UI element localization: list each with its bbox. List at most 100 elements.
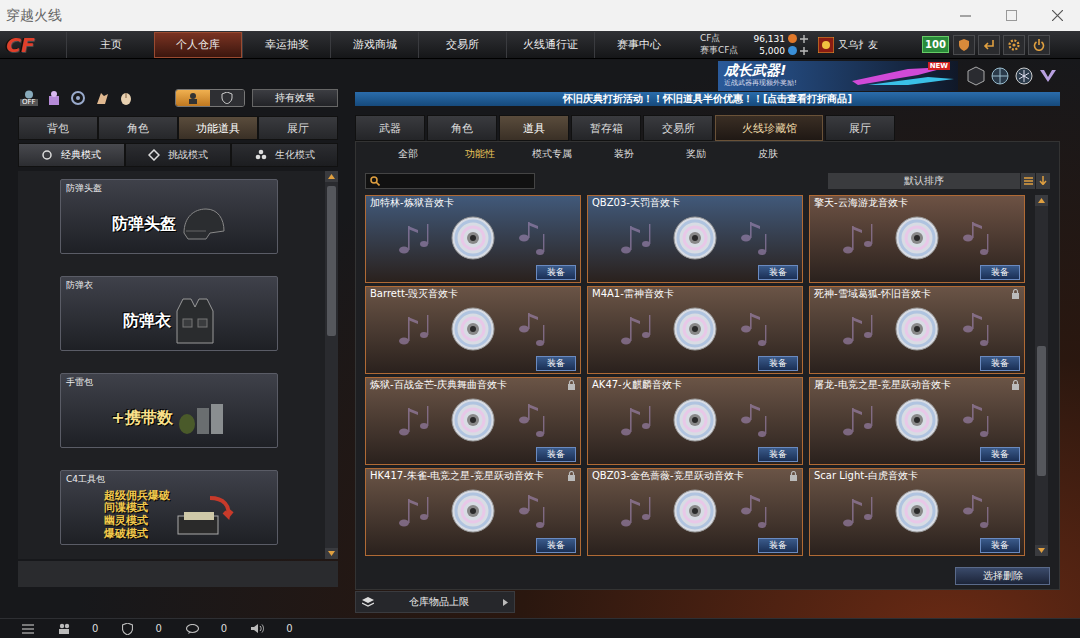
capacity-bar[interactable]: 仓库物品上限: [355, 591, 515, 613]
equip-button[interactable]: 装备: [980, 265, 1020, 280]
sort-order-button[interactable]: [1036, 173, 1050, 189]
equipment-card[interactable]: 手雷包+携带数: [60, 373, 278, 448]
player-info[interactable]: 又乌扌友: [818, 37, 878, 53]
status-item[interactable]: 0: [251, 623, 292, 634]
badge-hexagon-icon[interactable]: [966, 66, 986, 86]
equipment-card[interactable]: 防弹衣防弹衣: [60, 276, 278, 351]
minimize-button[interactable]: [942, 0, 988, 31]
category-tab[interactable]: 模式专属: [516, 147, 588, 161]
left-scrollbar[interactable]: [325, 171, 338, 559]
inventory-tab[interactable]: 暂存箱: [571, 115, 641, 141]
item-card[interactable]: Barrett-毁灭音效卡装备: [365, 286, 581, 374]
item-card[interactable]: QBZ03-金色蔷薇-竞星跃动音效卡装备: [587, 468, 803, 556]
item-card[interactable]: QBZ03-天罚音效卡装备: [587, 195, 803, 283]
shield-button[interactable]: [953, 35, 975, 55]
category-tab[interactable]: 奖励: [660, 147, 732, 161]
sort-dropdown[interactable]: 默认排序: [828, 173, 1020, 189]
status-item[interactable]: 0: [122, 623, 161, 635]
equip-button[interactable]: 装备: [980, 538, 1020, 553]
view-toggle-option[interactable]: [210, 90, 244, 106]
inventory-tab[interactable]: 火线珍藏馆: [715, 115, 823, 141]
nav-tab[interactable]: 个人仓库: [154, 32, 242, 58]
inventory-tab[interactable]: 道具: [499, 115, 569, 141]
settings-button[interactable]: [1003, 35, 1025, 55]
view-toggle-option[interactable]: [176, 90, 210, 106]
refresh-icon[interactable]: [70, 90, 86, 106]
scroll-up-button[interactable]: [1035, 195, 1048, 206]
inventory-tab[interactable]: 武器: [355, 115, 425, 141]
scroll-down-button[interactable]: [1035, 545, 1048, 556]
category-tab[interactable]: 装扮: [588, 147, 660, 161]
nav-tab[interactable]: 游戏商城: [330, 32, 418, 58]
grid-scrollbar[interactable]: [1035, 195, 1048, 556]
equip-button[interactable]: 装备: [536, 447, 576, 462]
close-button[interactable]: [1034, 0, 1080, 31]
equip-button[interactable]: 装备: [758, 447, 798, 462]
item-card[interactable]: AK47-火麒麟音效卡装备: [587, 377, 803, 465]
category-tab[interactable]: 全部: [372, 147, 444, 161]
mode-tab[interactable]: 挑战模式: [125, 143, 232, 167]
menu-icon[interactable]: [22, 624, 34, 634]
cf-logo[interactable]: CF: [6, 33, 62, 57]
item-card[interactable]: M4A1-雷神音效卡装备: [587, 286, 803, 374]
wings-icon[interactable]: [1038, 66, 1058, 86]
item-card[interactable]: 擎天-云海游龙音效卡装备: [809, 195, 1025, 283]
nav-tab[interactable]: 幸运抽奖: [242, 32, 330, 58]
scroll-thumb[interactable]: [327, 186, 336, 336]
left-tab[interactable]: 展厅: [258, 116, 338, 140]
equipment-card[interactable]: C4工具包超级佣兵爆破间谍模式幽灵模式爆破模式: [60, 470, 278, 545]
nav-tab[interactable]: 火线通行证: [506, 32, 594, 58]
inventory-tab[interactable]: 交易所: [643, 115, 713, 141]
item-card[interactable]: HK417-朱雀-电竞之星-竞星跃动音效卡装备: [365, 468, 581, 556]
search-field[interactable]: [365, 173, 535, 189]
scroll-down-button[interactable]: [325, 548, 338, 559]
equip-button[interactable]: 装备: [980, 356, 1020, 371]
nav-tab[interactable]: 主页: [66, 32, 154, 58]
notice-bar[interactable]: 怀旧庆典打折活动！！怀旧道具半价优惠！！[点击查看打折商品]: [355, 92, 1060, 106]
mouse-icon[interactable]: [118, 90, 134, 106]
add-icon[interactable]: [800, 47, 808, 55]
inventory-tab[interactable]: 角色: [427, 115, 497, 141]
select-delete-button[interactable]: 选择删除: [955, 567, 1050, 585]
sound-disc-icon: [894, 215, 940, 261]
mode-tab[interactable]: 经典模式: [18, 143, 125, 167]
scroll-thumb[interactable]: [1037, 346, 1046, 476]
equip-button[interactable]: 装备: [536, 538, 576, 553]
effect-button[interactable]: 持有效果: [252, 89, 338, 107]
equip-button[interactable]: 装备: [758, 265, 798, 280]
left-tab[interactable]: 功能道具: [178, 116, 258, 140]
status-item[interactable]: 0: [58, 623, 98, 634]
mode-tab[interactable]: 生化模式: [231, 143, 338, 167]
maximize-button[interactable]: [988, 0, 1034, 31]
add-icon[interactable]: [800, 35, 808, 43]
left-tab[interactable]: 背包: [18, 116, 98, 140]
return-button[interactable]: [978, 35, 1000, 55]
item-card[interactable]: Scar Light-白虎音效卡装备: [809, 468, 1025, 556]
equipment-card[interactable]: 防弹头盔防弹头盔: [60, 179, 278, 254]
nav-tab[interactable]: 赛事中心: [594, 32, 682, 58]
hand-icon[interactable]: [94, 90, 110, 106]
equip-button[interactable]: 装备: [758, 538, 798, 553]
power-button[interactable]: [1028, 35, 1050, 55]
status-item[interactable]: 0: [186, 623, 227, 634]
promo-banner[interactable]: 成长武器!近战武器再现额外奖励!NEW: [718, 61, 958, 91]
nav-tab[interactable]: 交易所: [418, 32, 506, 58]
equip-button[interactable]: 装备: [758, 356, 798, 371]
list-view-button[interactable]: [1021, 173, 1035, 189]
item-card[interactable]: 加特林-炼狱音效卡装备: [365, 195, 581, 283]
category-tab[interactable]: 皮肤: [732, 147, 804, 161]
effects-off-button[interactable]: OFF: [20, 90, 38, 107]
equip-button[interactable]: 装备: [980, 447, 1020, 462]
item-card[interactable]: 屠龙-电竞之星-竞星跃动音效卡装备: [809, 377, 1025, 465]
snowflake-icon[interactable]: [1014, 66, 1034, 86]
equip-button[interactable]: 装备: [536, 265, 576, 280]
item-card[interactable]: 死神-雪域葛狐-怀旧音效卡装备: [809, 286, 1025, 374]
globe-icon[interactable]: [990, 66, 1010, 86]
scroll-up-button[interactable]: [325, 171, 338, 182]
trophy-icon[interactable]: [46, 90, 62, 106]
category-tab[interactable]: 功能性: [444, 147, 516, 161]
equip-button[interactable]: 装备: [536, 356, 576, 371]
inventory-tab[interactable]: 展厅: [825, 115, 895, 141]
left-tab[interactable]: 角色: [98, 116, 178, 140]
item-card[interactable]: 炼狱-百战金芒-庆典舞曲音效卡装备: [365, 377, 581, 465]
